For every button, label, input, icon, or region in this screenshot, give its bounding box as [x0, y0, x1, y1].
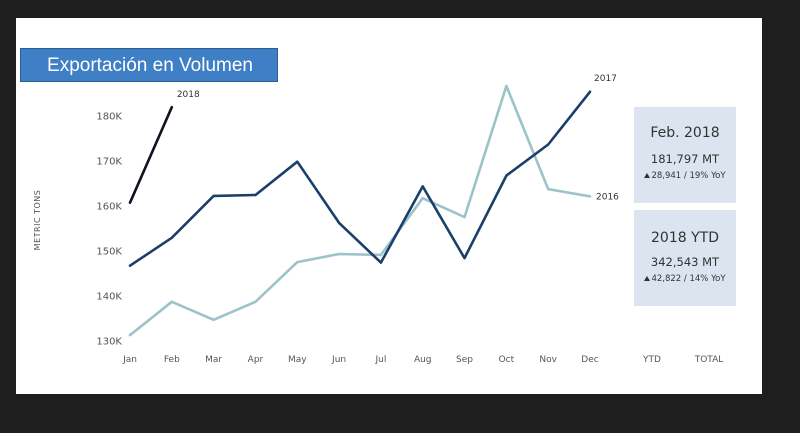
- ytd-panel-delta: 42,822 / 14% YoY: [634, 274, 736, 284]
- y-axis-label: METRIC TONS: [33, 190, 42, 251]
- y-tick-label: 150K: [96, 246, 122, 257]
- series-label-2016: 2016: [596, 192, 619, 202]
- x-tick-label: Nov: [539, 355, 557, 365]
- ytd-panel-value: 342,543 MT: [650, 255, 720, 269]
- x-tick-label: Jul: [374, 355, 386, 365]
- x-tick-label: Apr: [248, 355, 264, 365]
- y-tick-label: 160K: [96, 201, 122, 212]
- month-panel-delta-text: 28,941 / 19% YoY: [651, 171, 726, 181]
- x-tick-label: Feb: [164, 355, 180, 365]
- up-arrow-icon: [644, 276, 651, 281]
- y-tick-label: 140K: [96, 291, 122, 302]
- y-tick-label: 130K: [96, 336, 122, 347]
- screenshot-frame: Exportación en Volumen 130K 140K 150K 160K 1…: [0, 0, 800, 433]
- y-tick-label: 170K: [96, 156, 122, 167]
- x-tick-label: Mar: [205, 355, 222, 365]
- month-panel: Feb. 2018 181,797 MT 28,941 / 19% YoY: [634, 107, 736, 203]
- x-column-label: YTD: [642, 355, 661, 365]
- series-line-2018: [128, 105, 174, 204]
- month-panel-title: Feb. 2018: [650, 125, 720, 141]
- y-axis: 130K 140K 150K 160K 170K 180K METRIC TONS: [33, 111, 122, 347]
- x-tick-label: Sep: [456, 355, 473, 365]
- x-tick-label: Jan: [122, 355, 137, 365]
- month-panel-value: 181,797 MT: [650, 152, 720, 166]
- x-tick-label: Jun: [331, 355, 346, 365]
- ytd-panel-delta-text: 42,822 / 14% YoY: [651, 274, 726, 284]
- x-column-label: TOTAL: [694, 355, 724, 365]
- up-arrow-icon: [644, 173, 651, 178]
- x-tick-label: Aug: [414, 355, 432, 365]
- ytd-panel-title: 2018 YTD: [651, 230, 719, 246]
- series-label-2017: 2017: [594, 74, 617, 84]
- series-line-2017: [128, 90, 592, 268]
- ytd-panel: 2018 YTD 342,543 MT 42,822 / 14% YoY: [634, 210, 736, 306]
- x-tick-label: Dec: [581, 355, 598, 365]
- month-panel-delta: 28,941 / 19% YoY: [634, 171, 736, 181]
- x-tick-label: Oct: [499, 355, 515, 365]
- x-tick-label: May: [288, 355, 307, 365]
- series-label-2018: 2018: [177, 90, 200, 100]
- x-axis: Jan Feb Mar Apr May Jun Jul Aug Sep Oct Nov Dec YTD T…: [122, 355, 723, 365]
- y-tick-label: 180K: [96, 111, 122, 122]
- series-lines: [128, 84, 592, 337]
